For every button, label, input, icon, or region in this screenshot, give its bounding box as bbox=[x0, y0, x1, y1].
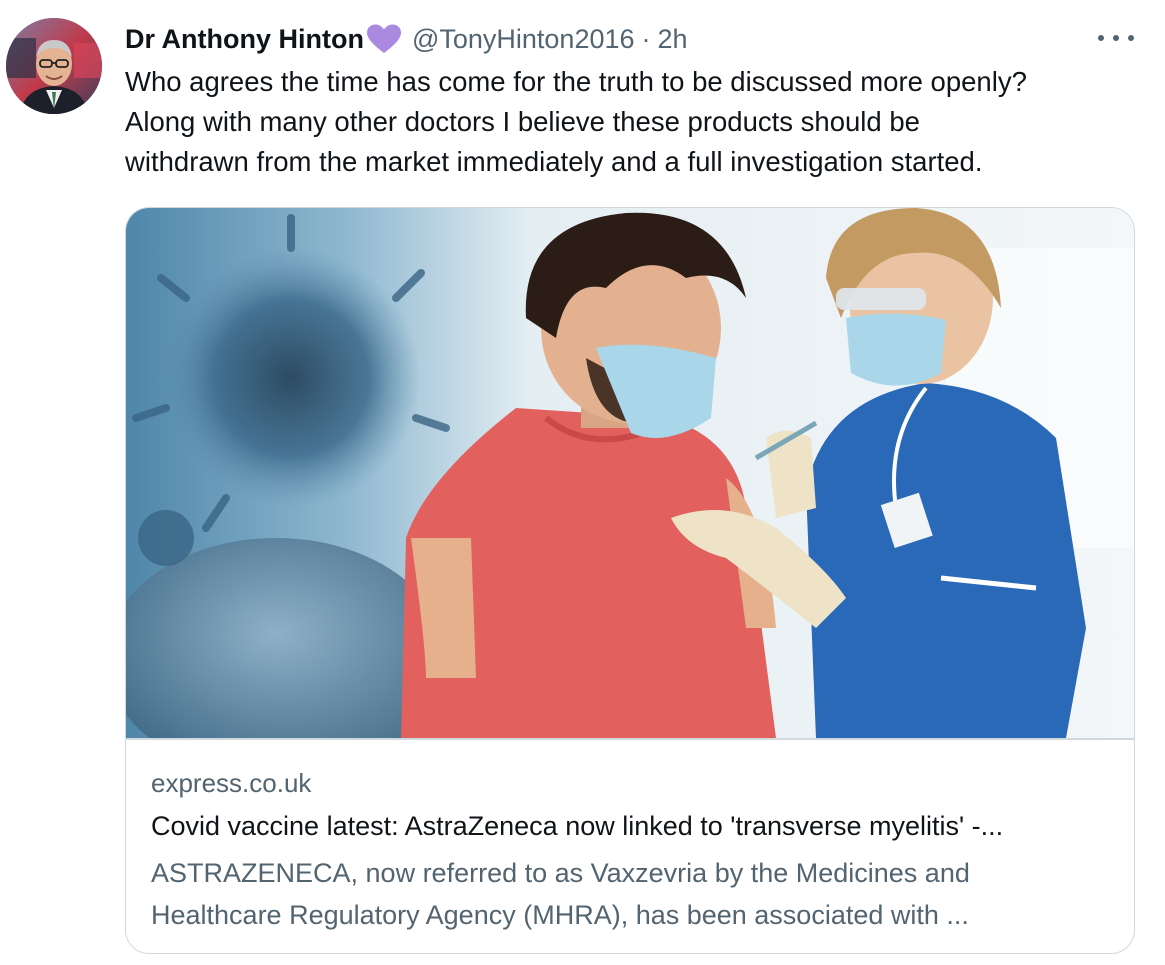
author-handle[interactable]: @TonyHinton2016 bbox=[412, 24, 635, 55]
tweet-text-line: Along with many other doctors I believe … bbox=[125, 106, 920, 137]
tweet-text-line: withdrawn from the market immediately an… bbox=[125, 146, 983, 177]
card-domain: express.co.uk bbox=[151, 768, 312, 798]
card-divider bbox=[126, 738, 1134, 740]
card-description: ASTRAZENECA, now referred to as Vaxzevri… bbox=[151, 852, 970, 936]
more-dots-icon[interactable] bbox=[1098, 26, 1134, 50]
tweet-timestamp[interactable]: 2h bbox=[658, 24, 688, 55]
tweet-text: Who agrees the time has come for the tru… bbox=[125, 62, 1145, 182]
card-title[interactable]: Covid vaccine latest: AstraZeneca now li… bbox=[151, 811, 1003, 842]
purple-heart-icon bbox=[366, 24, 404, 54]
tweet-header: Dr Anthony Hinton @TonyHinton2016 · 2h bbox=[125, 22, 688, 56]
link-preview-card[interactable]: express.co.uk Covid vaccine latest: Astr… bbox=[125, 207, 1135, 954]
card-image bbox=[126, 208, 1134, 738]
separator-dot: · bbox=[641, 23, 651, 54]
card-description-line: ASTRAZENECA, now referred to as Vaxzevri… bbox=[151, 858, 970, 888]
author-name[interactable]: Dr Anthony Hinton bbox=[125, 24, 364, 55]
avatar-image bbox=[6, 18, 102, 114]
card-description-line: Healthcare Regulatory Agency (MHRA), has… bbox=[151, 900, 969, 930]
tweet-text-line: Who agrees the time has come for the tru… bbox=[125, 66, 1027, 97]
avatar[interactable] bbox=[6, 18, 102, 114]
